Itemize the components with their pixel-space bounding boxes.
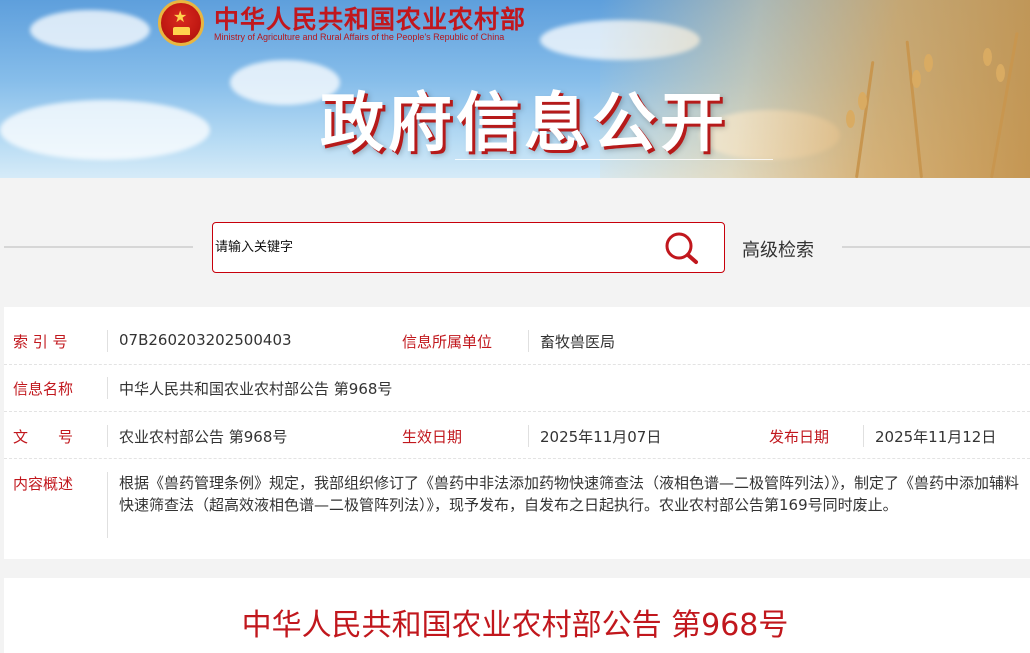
- advanced-search-link[interactable]: 高级检索: [742, 236, 814, 262]
- docno-label: 文 号: [13, 428, 74, 446]
- summary-label: 内容概述: [13, 475, 74, 493]
- wheat-grain-decoration: [996, 64, 1005, 82]
- search-icon: [665, 232, 698, 264]
- summary-value: 根据《兽药管理条例》规定，我部组织修订了《兽药中非法添加药物快速筛查法（液相色谱…: [119, 474, 1020, 514]
- column-separator: [107, 330, 108, 352]
- publish-date-value: 2025年11月12日: [875, 428, 997, 446]
- wheat-grain-decoration: [912, 70, 921, 88]
- unit-value: 畜牧兽医局: [540, 333, 616, 351]
- info-row-docno: 文 号 农业农村部公告 第968号 生效日期 2025年11月07日 发布日期 …: [4, 412, 1030, 459]
- name-label: 信息名称: [13, 380, 74, 398]
- effective-date-label: 生效日期: [402, 428, 463, 446]
- wheat-grain-decoration: [846, 110, 855, 128]
- column-separator: [107, 425, 108, 447]
- search-divider-left: [4, 246, 193, 248]
- search-button[interactable]: [660, 229, 704, 267]
- ministry-name-en: Ministry of Agriculture and Rural Affair…: [214, 32, 505, 42]
- effective-date-value: 2025年11月07日: [540, 428, 662, 446]
- cloud-decoration: [0, 100, 210, 160]
- index-label: 索 引 号: [13, 333, 68, 351]
- header-banner: ★ 中华人民共和国农业农村部 Ministry of Agriculture a…: [0, 0, 1030, 178]
- column-separator: [107, 377, 108, 399]
- cloud-decoration: [30, 10, 150, 50]
- info-row-index: 索 引 号 07B260203202500403 信息所属单位 畜牧兽医局: [4, 317, 1030, 365]
- wheat-grain-decoration: [858, 92, 867, 110]
- search-box: [212, 222, 725, 273]
- banner-title: 政府信息公开: [320, 86, 728, 161]
- ministry-name-cn: 中华人民共和国农业农村部: [214, 5, 527, 34]
- column-separator: [107, 472, 108, 538]
- wheat-grain-decoration: [983, 48, 992, 66]
- name-value: 中华人民共和国农业农村部公告 第968号: [119, 380, 393, 398]
- info-table: 索 引 号 07B260203202500403 信息所属单位 畜牧兽医局 信息…: [4, 307, 1030, 559]
- index-value: 07B260203202500403: [119, 331, 292, 349]
- article-title: 中华人民共和国农业农村部公告 第968号: [241, 608, 789, 643]
- banner-underline: [455, 159, 773, 160]
- docno-value: 农业农村部公告 第968号: [119, 428, 288, 446]
- search-divider-right: [842, 246, 1030, 248]
- search-input[interactable]: [213, 223, 653, 272]
- info-row-name: 信息名称 中华人民共和国农业农村部公告 第968号: [4, 365, 1030, 412]
- column-separator: [528, 425, 529, 447]
- wheat-grain-decoration: [924, 54, 933, 72]
- unit-label: 信息所属单位: [402, 333, 493, 351]
- column-separator: [863, 425, 864, 447]
- national-emblem-icon: ★: [158, 0, 204, 46]
- column-separator: [528, 330, 529, 352]
- publish-date-label: 发布日期: [769, 428, 830, 446]
